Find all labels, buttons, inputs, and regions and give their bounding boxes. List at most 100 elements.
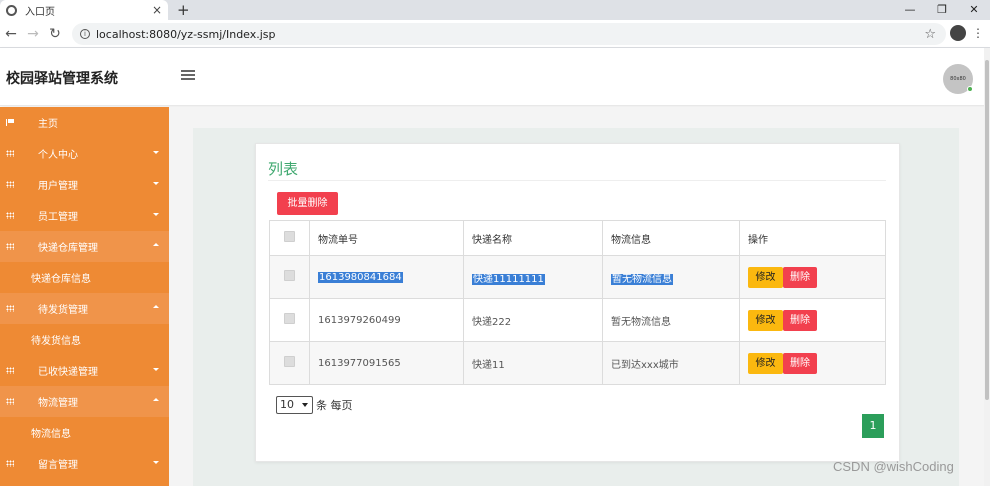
delete-button[interactable]: 删除: [783, 352, 817, 374]
tracking-number: 1613980841684: [318, 271, 403, 283]
scrollbar-thumb[interactable]: [985, 60, 989, 400]
back-icon[interactable]: ←: [0, 26, 22, 42]
sidebar-subitem-logistics-info[interactable]: 物流信息: [0, 417, 169, 448]
browser-tab[interactable]: 入口页 ×: [0, 0, 168, 20]
sidebar-item-label: 已收快递管理: [38, 367, 98, 378]
logistics-info: 暂无物流信息: [611, 273, 673, 285]
sidebar-item-personal-center[interactable]: 个人中心: [0, 138, 169, 169]
sidebar-item-label: 快递仓库信息: [31, 274, 91, 285]
tracking-number: 1613979260499: [309, 298, 464, 342]
watermark: CSDN @wishCoding: [833, 459, 954, 474]
list-title: 列表: [268, 160, 299, 178]
row-select-cell: [269, 341, 310, 385]
info-icon[interactable]: i: [80, 29, 90, 39]
sidebar-item-received-management[interactable]: 已收快递管理: [0, 355, 169, 386]
sidebar-subitem-warehouse-info[interactable]: 快递仓库信息: [0, 262, 169, 293]
grid-icon: [6, 243, 14, 250]
page-button-current[interactable]: 1: [862, 414, 884, 438]
flag-icon: [6, 119, 14, 126]
row-checkbox[interactable]: [284, 313, 295, 324]
page-size-control: 10 条 每页: [276, 396, 353, 414]
bookmark-star-icon[interactable]: ☆: [924, 27, 936, 42]
grid-icon: [6, 212, 14, 219]
minimize-icon[interactable]: —: [894, 0, 926, 20]
divider: [268, 180, 886, 181]
delete-button[interactable]: 删除: [783, 309, 817, 331]
actions-cell: 修改 删除: [739, 298, 886, 342]
sidebar-item-user-management[interactable]: 用户管理: [0, 169, 169, 200]
globe-icon: [6, 4, 17, 16]
row-select-cell: [269, 255, 310, 299]
column-header: 操作: [739, 220, 886, 256]
new-tab-button[interactable]: +: [177, 1, 190, 19]
page-size-select[interactable]: 10: [276, 396, 313, 414]
online-status-dot: [967, 86, 973, 92]
actions-cell: 修改 删除: [739, 255, 886, 299]
profile-icon[interactable]: [950, 25, 966, 41]
sidebar-item-label: 个人中心: [38, 150, 78, 161]
hamburger-icon[interactable]: [181, 70, 195, 80]
chevron-up-icon: [153, 398, 159, 401]
column-header: 物流单号: [309, 220, 464, 256]
grid-icon: [6, 398, 14, 405]
select-all-checkbox[interactable]: [284, 231, 295, 242]
logistics-table: 物流单号 快递名称 物流信息 操作 1613980841684 快递111111…: [269, 220, 886, 385]
sidebar-item-logistics-management[interactable]: 物流管理: [0, 386, 169, 417]
sidebar-item-message-management[interactable]: 留言管理: [0, 448, 169, 479]
restore-icon[interactable]: ❐: [926, 0, 958, 20]
page-size-label: 条 每页: [316, 399, 353, 412]
row-checkbox[interactable]: [284, 356, 295, 367]
chevron-down-icon: [153, 182, 159, 185]
chevron-down-icon: [153, 461, 159, 464]
table-row: 1613977091565 快递11 已到达xxx城市 修改 删除: [269, 341, 886, 385]
column-header: 快递名称: [463, 220, 603, 256]
sidebar-item-home[interactable]: 主页: [0, 107, 169, 138]
logistics-info: 暂无物流信息: [602, 298, 740, 342]
tab-close-icon[interactable]: ×: [152, 3, 162, 17]
sidebar: 主页 个人中心 用户管理 员工管理 快递仓库管理 快递仓库信息 待发货管理 待发…: [0, 107, 169, 486]
sidebar-item-pending-shipment-management[interactable]: 待发货管理: [0, 293, 169, 324]
select-all-cell: [269, 220, 310, 256]
grid-icon: [6, 181, 14, 188]
browser-menu-icon[interactable]: ⋮: [972, 26, 984, 40]
sidebar-item-label: 待发货信息: [31, 336, 81, 347]
forward-icon[interactable]: →: [22, 26, 44, 42]
reload-icon[interactable]: ↻: [44, 26, 66, 42]
table-row: 1613979260499 快递222 暂无物流信息 修改 删除: [269, 298, 886, 342]
row-select-cell: [269, 298, 310, 342]
logistics-info-cell: 暂无物流信息: [602, 255, 740, 299]
edit-button[interactable]: 修改: [748, 266, 783, 288]
tracking-number: 1613977091565: [309, 341, 464, 385]
batch-delete-button[interactable]: 批量删除: [277, 192, 338, 215]
grid-icon: [6, 367, 14, 374]
browser-tab-bar: 入口页 × + — ❐ ✕: [0, 0, 990, 20]
sidebar-item-label: 待发货管理: [38, 305, 88, 316]
table-header-row: 物流单号 快递名称 物流信息 操作: [269, 220, 886, 256]
close-window-icon[interactable]: ✕: [958, 0, 990, 20]
window-controls: — ❐ ✕: [894, 0, 990, 20]
sidebar-item-label: 员工管理: [38, 212, 78, 223]
edit-button[interactable]: 修改: [748, 352, 783, 374]
list-card: 列表 批量删除 物流单号 快递名称 物流信息 操作 1613980841684 …: [255, 143, 900, 462]
edit-button[interactable]: 修改: [748, 309, 783, 331]
row-checkbox[interactable]: [284, 270, 295, 281]
sidebar-item-label: 物流管理: [38, 398, 78, 409]
chevron-down-icon: [153, 151, 159, 154]
app-header: 校园驿站管理系统 80x80: [0, 48, 990, 106]
chevron-up-icon: [153, 243, 159, 246]
sidebar-item-label: 主页: [38, 119, 58, 130]
tracking-number-cell: 1613980841684: [309, 255, 464, 299]
delete-button[interactable]: 删除: [783, 266, 817, 288]
sidebar-item-label: 快递仓库管理: [38, 243, 98, 254]
sidebar-subitem-pending-shipment-info[interactable]: 待发货信息: [0, 324, 169, 355]
url-field[interactable]: i localhost:8080/yz-ssmj/Index.jsp ☆: [72, 23, 946, 45]
column-header: 物流信息: [602, 220, 740, 256]
sidebar-item-warehouse-management[interactable]: 快递仓库管理: [0, 231, 169, 262]
sidebar-item-staff-management[interactable]: 员工管理: [0, 200, 169, 231]
logistics-info: 已到达xxx城市: [602, 341, 740, 385]
url-text: localhost:8080/yz-ssmj/Index.jsp: [96, 27, 276, 41]
express-name: 快递222: [463, 298, 603, 342]
express-name: 快递11111111: [472, 273, 545, 285]
sidebar-item-label: 留言管理: [38, 460, 78, 471]
grid-icon: [6, 460, 14, 467]
